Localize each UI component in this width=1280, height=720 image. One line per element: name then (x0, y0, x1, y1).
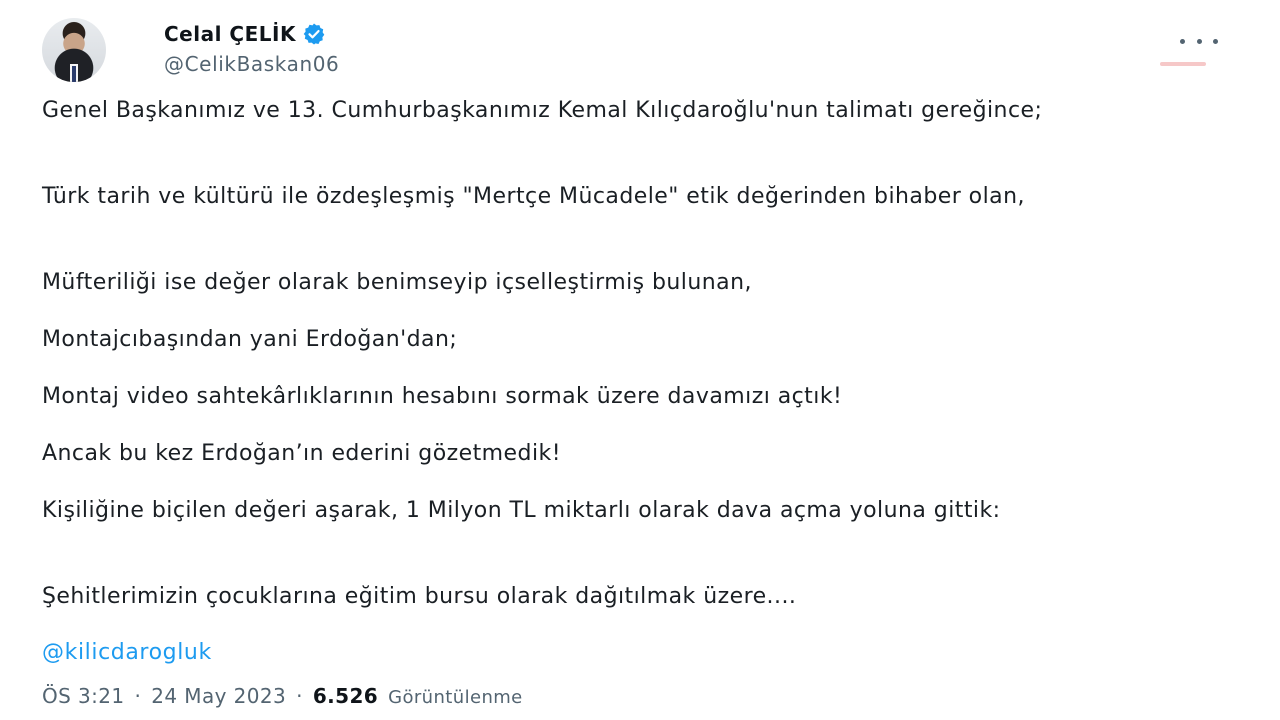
avatar[interactable] (42, 18, 106, 82)
tweet-card: Celal ÇELİK @CelikBaskan06 Genel Başkanı… (0, 0, 1280, 720)
tweet-paragraph: Genel Başkanımız ve 13. Cumhurbaşkanımız… (42, 98, 1043, 123)
tweet-paragraph: Türk tarih ve kültürü ile özdeşleşmiş "M… (42, 184, 1025, 209)
views-count[interactable]: 6.526 (313, 684, 378, 708)
display-name-row: Celal ÇELİK (164, 22, 339, 46)
display-name[interactable]: Celal ÇELİK (164, 22, 296, 46)
views-label: Görüntülenme (388, 687, 523, 708)
tweet-paragraph: Montajcıbaşından yani Erdoğan'dan; (42, 327, 458, 352)
tweet-date[interactable]: 24 May 2023 (151, 684, 286, 708)
tweet-paragraph: Ancak bu kez Erdoğan’ın ederini gözetmed… (42, 441, 561, 466)
tweet-time[interactable]: ÖS 3:21 (42, 684, 125, 708)
tweet-paragraph: Montaj video sahtekârlıklarının hesabını… (42, 384, 843, 409)
tweet-paragraph: Müfteriliği ise değer olarak benimseyip … (42, 270, 752, 295)
more-dot (1180, 38, 1185, 44)
tweet-meta: ÖS 3:21 · 24 May 2023 · 6.526 Görüntülen… (42, 684, 523, 708)
author-handle[interactable]: @CelikBaskan06 (164, 52, 339, 76)
tweet-paragraph: Şehitlerimizin çocuklarına eğitim bursu … (42, 584, 797, 609)
tweet-paragraph: Kişiliğine biçilen değeri aşarak, 1 Mily… (42, 498, 1001, 523)
meta-separator: · (296, 684, 303, 708)
more-dot (1196, 38, 1202, 44)
mention-link[interactable]: @kilicdarogluk (42, 640, 212, 665)
verified-badge-icon (302, 22, 326, 46)
tweet-header: Celal ÇELİK @CelikBaskan06 (42, 18, 1242, 88)
more-horizontal-icon[interactable] (1180, 32, 1218, 50)
avatar-tie (72, 66, 76, 82)
more-highlight (1160, 62, 1206, 66)
more-dot (1213, 38, 1218, 44)
author-block: Celal ÇELİK @CelikBaskan06 (164, 22, 339, 76)
meta-separator: · (134, 684, 142, 708)
